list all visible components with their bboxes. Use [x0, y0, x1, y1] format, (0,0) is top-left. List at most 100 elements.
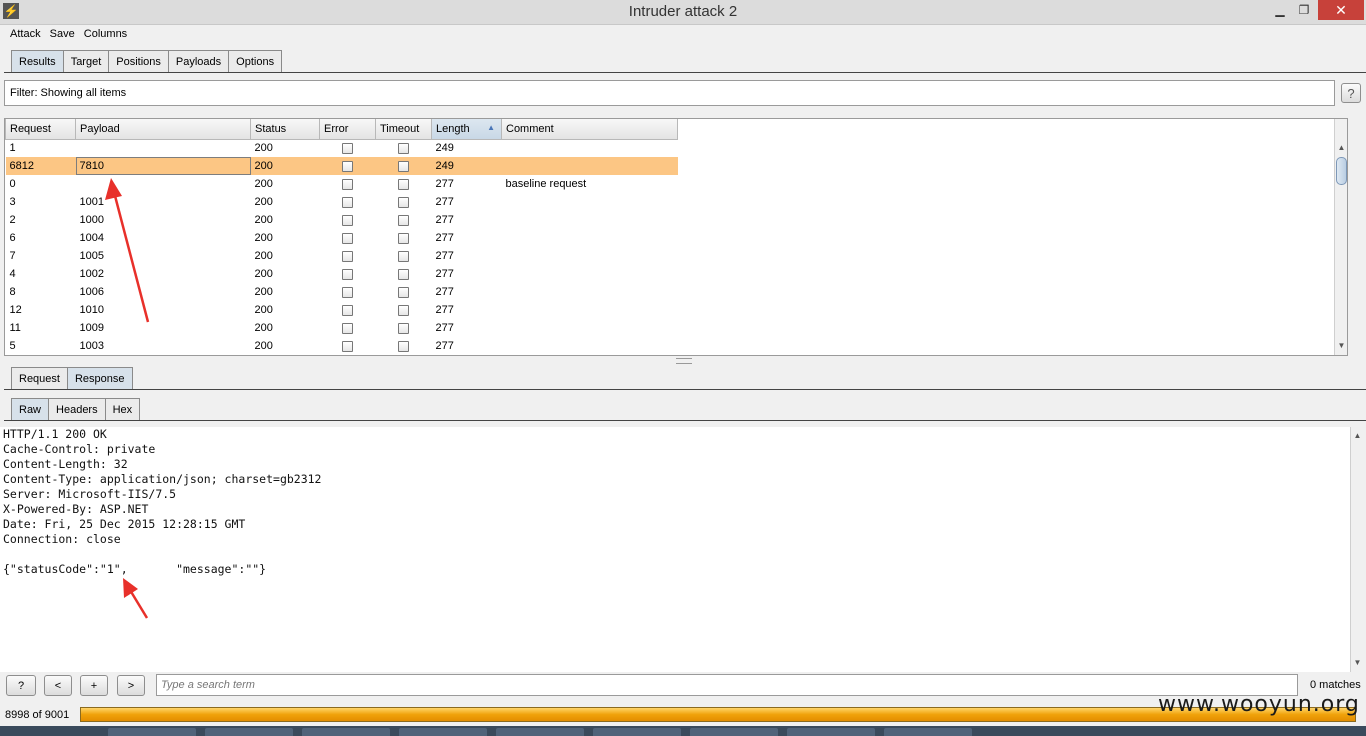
col-payload[interactable]: Payload	[75, 119, 251, 140]
tab-headers[interactable]: Headers	[48, 398, 106, 420]
menu-bar: Attack Save Columns	[0, 25, 1366, 43]
col-length[interactable]: Length ▲	[431, 119, 502, 140]
cell-request: 12	[9, 304, 22, 316]
cell-length: 277	[435, 322, 454, 334]
timeout-checkbox	[398, 268, 409, 280]
cell-status: 200	[254, 286, 273, 298]
taskbar-item[interactable]	[690, 728, 778, 736]
search-prev-button[interactable]: <	[44, 675, 72, 696]
col-timeout[interactable]: Timeout	[375, 119, 432, 140]
message-tab-divider	[4, 389, 1366, 390]
cell-status: 200	[254, 250, 273, 262]
cell-timeout	[376, 301, 432, 319]
error-checkbox	[342, 214, 353, 226]
scroll-thumb[interactable]	[1336, 157, 1347, 185]
tab-positions[interactable]: Positions	[108, 50, 169, 72]
timeout-checkbox	[398, 142, 409, 154]
cell-request: 3	[9, 196, 16, 208]
cell-status: 200	[254, 232, 273, 244]
cell-error	[320, 247, 376, 265]
tab-response[interactable]: Response	[66, 367, 133, 389]
tab-results[interactable]: Results	[11, 50, 64, 72]
cell-status: 200	[254, 196, 273, 208]
pane-splitter[interactable]	[676, 358, 692, 364]
taskbar-item[interactable]	[593, 728, 681, 736]
progress-text: 8998 of 9001	[5, 709, 70, 721]
cell-comment	[501, 157, 678, 175]
response-scroll-up-icon[interactable]: ▲	[1351, 429, 1364, 443]
cell-request: 1	[9, 142, 16, 155]
tab-raw[interactable]: Raw	[11, 398, 50, 420]
taskbar-item[interactable]	[399, 728, 487, 736]
error-checkbox	[342, 160, 353, 172]
cell-request: 6812	[5, 157, 76, 175]
taskbar-item[interactable]	[787, 728, 875, 736]
close-icon[interactable]: ✕	[1318, 0, 1364, 20]
cell-comment	[502, 337, 678, 355]
filter-help-button[interactable]: ?	[1341, 83, 1361, 103]
watermark: www.wooyun.org	[1158, 692, 1360, 717]
response-line: Date: Fri, 25 Dec 2015 12:28:15 GMT	[3, 517, 246, 531]
response-raw-view[interactable]: HTTP/1.1 200 OK Cache-Control: private Con…	[0, 427, 1350, 672]
cell-length: 277	[435, 178, 454, 190]
taskbar-item[interactable]	[205, 728, 293, 736]
response-line: Connection: close	[3, 532, 121, 546]
cell-error	[320, 139, 376, 157]
menu-save[interactable]: Save	[50, 25, 75, 43]
search-help-button[interactable]: ?	[6, 675, 36, 696]
cell-request: 0	[9, 178, 16, 190]
taskbar-item[interactable]	[108, 728, 196, 736]
cell-status: 200	[254, 340, 273, 352]
timeout-checkbox	[398, 286, 409, 298]
scroll-down-icon[interactable]: ▼	[1335, 339, 1347, 353]
cell-comment	[502, 247, 678, 265]
col-request[interactable]: Request	[5, 119, 76, 140]
taskbar-item[interactable]	[884, 728, 972, 736]
timeout-checkbox	[398, 214, 409, 226]
response-line: {"statusCode":"1", "message":""}	[3, 562, 267, 576]
taskbar-item[interactable]	[302, 728, 390, 736]
cell-length: 277	[435, 286, 454, 298]
main-tabs: Results Target Positions Payloads Option…	[11, 50, 283, 72]
search-input[interactable]	[156, 674, 1298, 696]
response-line: Content-Type: application/json; charset=…	[3, 472, 322, 486]
response-line: HTTP/1.1 200 OK	[3, 427, 107, 441]
cell-error	[320, 319, 376, 337]
scroll-up-icon[interactable]: ▲	[1335, 141, 1347, 155]
tab-target[interactable]: Target	[62, 50, 110, 72]
tab-options[interactable]: Options	[228, 50, 283, 72]
response-line	[3, 547, 1350, 562]
response-scrollbar[interactable]: ▲ ▼	[1350, 427, 1364, 672]
cell-length: 277	[435, 304, 454, 316]
cell-timeout	[376, 283, 432, 301]
search-add-button[interactable]: +	[80, 675, 108, 696]
table-row[interactable]: 1 200 249	[6, 139, 678, 157]
cell-timeout	[376, 265, 432, 283]
results-scrollbar[interactable]: ▲ ▼	[1334, 119, 1347, 355]
col-error[interactable]: Error	[319, 119, 376, 140]
view-tabs: Raw Headers Hex	[11, 398, 141, 420]
tab-hex[interactable]: Hex	[104, 398, 141, 420]
response-scroll-down-icon[interactable]: ▼	[1351, 656, 1364, 670]
menu-columns[interactable]: Columns	[84, 25, 127, 43]
timeout-checkbox	[398, 160, 409, 172]
cell-timeout	[376, 319, 432, 337]
cell-error	[320, 283, 376, 301]
tab-request[interactable]: Request	[11, 367, 68, 389]
filter-text: Filter: Showing all items	[10, 87, 127, 99]
response-line: Cache-Control: private	[3, 442, 156, 456]
taskbar-item[interactable]	[496, 728, 584, 736]
maximize-icon[interactable]: ❐	[1290, 0, 1318, 20]
tab-payloads[interactable]: Payloads	[167, 50, 230, 72]
filter-bar[interactable]: Filter: Showing all items	[4, 80, 1335, 106]
search-next-button[interactable]: >	[117, 675, 145, 696]
error-checkbox	[342, 304, 353, 316]
col-comment[interactable]: Comment	[501, 119, 678, 140]
message-tabs: Request Response	[11, 367, 133, 389]
menu-attack[interactable]: Attack	[10, 25, 41, 43]
table-row[interactable]: 5 1003 200 277	[6, 337, 678, 355]
col-status[interactable]: Status	[250, 119, 320, 140]
cell-comment	[502, 301, 678, 319]
timeout-checkbox	[398, 322, 409, 334]
taskbar	[0, 726, 1366, 736]
